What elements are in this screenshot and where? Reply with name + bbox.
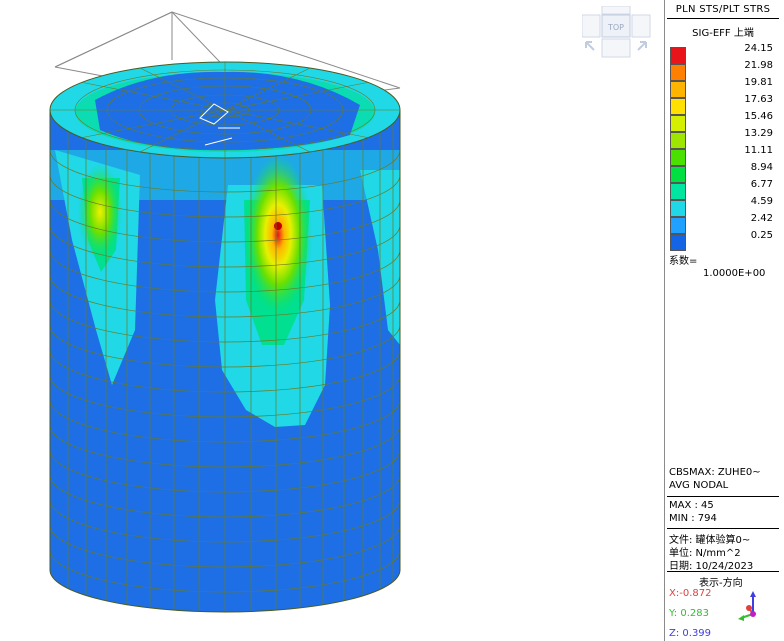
view-cube[interactable]: TOP	[582, 6, 652, 58]
legend-subtitle: SIG-EFF 上端	[692, 28, 754, 39]
divider	[667, 496, 779, 497]
avg-nodal-label: AVG NODAL	[669, 480, 729, 491]
cbs-max-label: CBSMAX: ZUHE0~	[669, 467, 761, 478]
legend-swatch	[670, 81, 686, 98]
divider	[667, 571, 779, 572]
factor-label: 系数=	[669, 256, 698, 267]
legend-swatch	[670, 98, 686, 115]
divider	[667, 18, 779, 19]
legend-level-value: 19.81	[744, 77, 773, 88]
legend-swatch	[670, 183, 686, 200]
legend-level-value: 4.59	[750, 196, 773, 207]
legend-swatch	[670, 200, 686, 217]
legend-title: PLN STS/PLT STRS	[675, 4, 771, 15]
legend-swatch	[670, 234, 686, 251]
legend-level-value: 24.15	[744, 43, 773, 54]
legend-level-value: 15.46	[744, 111, 773, 122]
x-direction-value: X:-0.872	[669, 588, 712, 599]
legend-swatch	[670, 132, 686, 149]
legend-level-value: 21.98	[744, 60, 773, 71]
view-direction-label: 表示-方向	[699, 578, 743, 589]
y-direction-value: Y: 0.283	[669, 608, 709, 619]
max-label: MAX : 45	[669, 500, 714, 511]
axis-triad-icon	[738, 591, 756, 621]
legend-level-value: 8.94	[750, 162, 773, 173]
legend-level-value: 2.42	[750, 213, 773, 224]
legend-level-value: 0.25	[750, 230, 773, 241]
legend-panel: PLN STS/PLT STRS SIG-EFF 上端 24.15 21.98 19…	[664, 0, 784, 641]
view-cube-top-label: TOP	[607, 23, 624, 32]
model-viewport[interactable]: TOP	[0, 0, 664, 641]
tank-stress-contour	[49, 11, 401, 613]
legend-level-value: 17.63	[744, 94, 773, 105]
legend-swatch	[670, 166, 686, 183]
legend-swatch	[670, 64, 686, 81]
legend-swatch	[670, 115, 686, 132]
legend-swatch	[670, 217, 686, 234]
legend-level-value: 11.11	[744, 145, 773, 156]
factor-value: 1.0000E+00	[703, 268, 766, 279]
legend-level-value: 13.29	[744, 128, 773, 139]
date-label: 日期: 10/24/2023	[669, 561, 754, 572]
legend-swatch	[670, 47, 686, 64]
min-label: MIN : 794	[669, 513, 717, 524]
legend-swatch	[670, 149, 686, 166]
divider	[667, 528, 779, 529]
z-direction-value: Z: 0.399	[669, 628, 712, 639]
legend-level-value: 6.77	[750, 179, 773, 190]
tank-roof	[50, 62, 400, 158]
tank-shell	[50, 110, 400, 612]
